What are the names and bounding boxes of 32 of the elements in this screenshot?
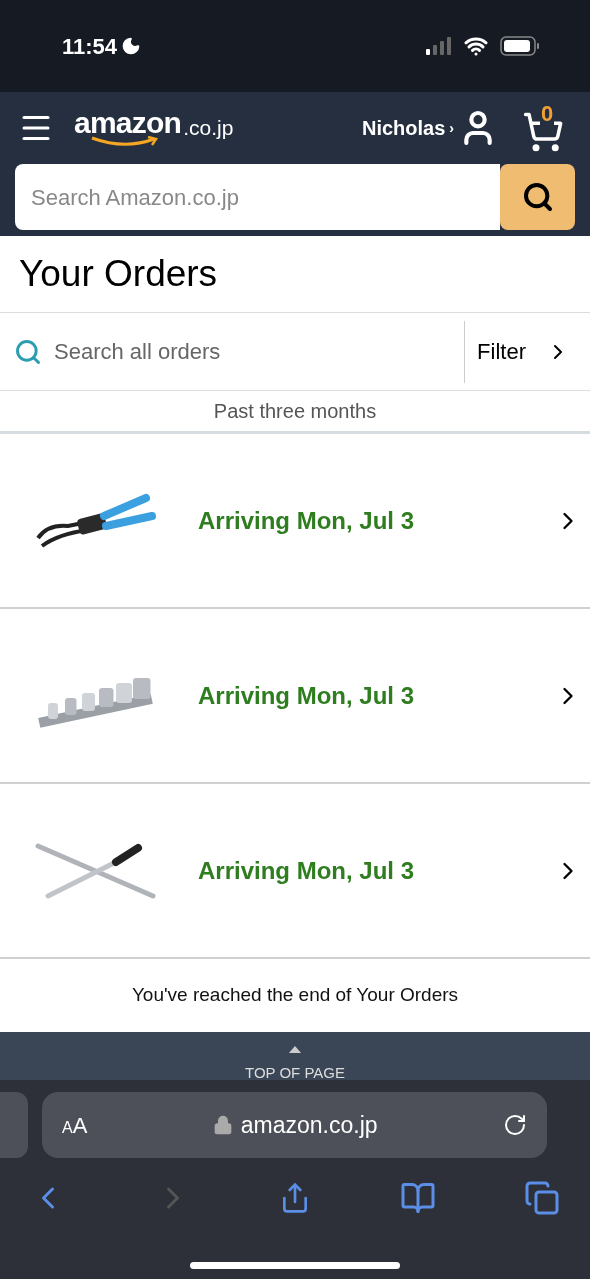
clock-time: 11:54 bbox=[62, 32, 118, 61]
order-row[interactable]: Arriving Mon, Jul 3 bbox=[0, 609, 590, 784]
period-label: Past three months bbox=[0, 391, 590, 434]
cart-button[interactable]: 0 bbox=[518, 103, 570, 153]
amazon-logo[interactable]: amazon.co.jp bbox=[74, 108, 234, 148]
delivery-status: Arriving Mon, Jul 3 bbox=[198, 680, 416, 711]
search-field[interactable]: Search Amazon.co.jp bbox=[15, 164, 500, 230]
search-icon bbox=[14, 337, 42, 366]
cart-count: 0 bbox=[540, 103, 555, 125]
up-triangle-icon[interactable] bbox=[288, 1046, 302, 1053]
delivery-status: Arriving Mon, Jul 3 bbox=[198, 855, 416, 886]
page-title: Your Orders bbox=[0, 236, 590, 313]
search-button[interactable] bbox=[500, 164, 575, 230]
delivery-status: Arriving Mon, Jul 3 bbox=[198, 505, 416, 536]
reload-icon[interactable] bbox=[503, 1113, 527, 1137]
order-search-field[interactable]: Search all orders bbox=[54, 335, 451, 368]
moon-icon bbox=[121, 36, 142, 56]
top-of-page-link[interactable]: TOP OF PAGE bbox=[245, 1065, 345, 1080]
order-row[interactable]: Arriving Mon, Jul 3 bbox=[0, 784, 590, 959]
address-bar[interactable]: AA amazon.co.jp bbox=[42, 1092, 547, 1158]
text-size-button[interactable]: AA bbox=[62, 1108, 88, 1142]
url-text: amazon.co.jp bbox=[240, 1110, 378, 1140]
tabs-icon[interactable] bbox=[524, 1180, 560, 1216]
search-icon bbox=[521, 181, 554, 213]
filter-button[interactable]: Filter bbox=[464, 320, 590, 383]
end-note: You've reached the end of Your Orders bbox=[131, 983, 459, 1008]
order-row[interactable]: Arriving Mon, Jul 3 bbox=[0, 434, 590, 609]
signal-icon bbox=[426, 37, 452, 55]
battery-icon bbox=[500, 36, 540, 56]
bookmarks-icon[interactable] bbox=[399, 1180, 436, 1216]
lock-icon bbox=[212, 1115, 233, 1135]
account-link[interactable]: Nicholas › bbox=[361, 113, 454, 143]
